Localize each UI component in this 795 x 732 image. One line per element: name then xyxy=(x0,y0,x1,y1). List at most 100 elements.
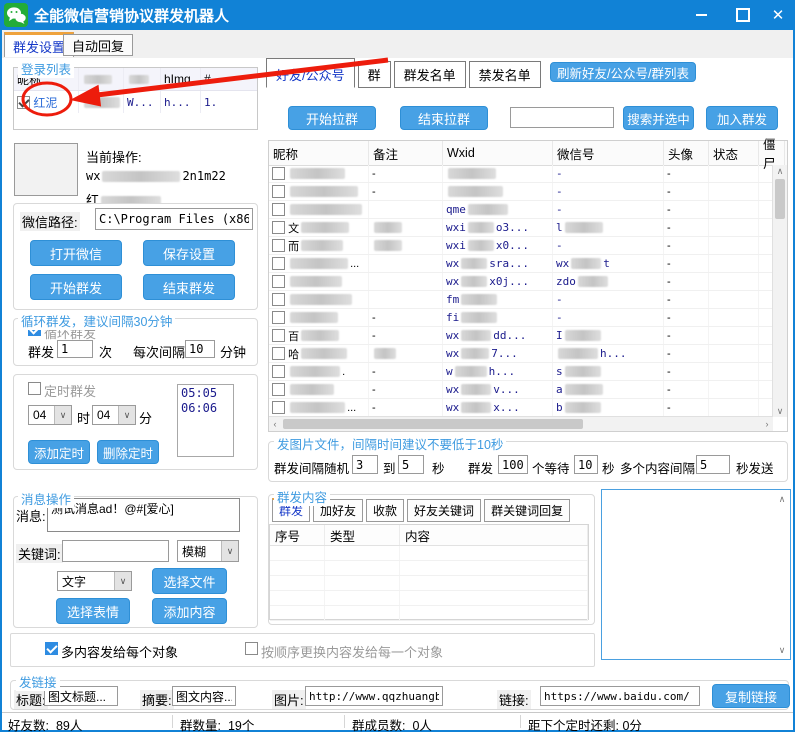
row-checkbox[interactable] xyxy=(272,329,285,342)
select-emoji-button[interactable]: 选择表情 xyxy=(56,598,130,624)
tab-groups[interactable]: 群 xyxy=(358,61,391,88)
table-row[interactable]: 文wxio3...l- xyxy=(269,219,773,237)
content-col-header[interactable]: 序号 xyxy=(270,525,325,545)
select-file-button[interactable]: 选择文件 xyxy=(152,568,227,594)
table-row[interactable]: 百-wxdd...I- xyxy=(269,327,773,345)
row-checkbox[interactable] xyxy=(272,311,285,324)
table-row[interactable]: -wxv...a- xyxy=(269,381,773,399)
add-timer-button[interactable]: 添加定时 xyxy=(28,440,90,464)
sequential-label[interactable]: 按顺序更换内容发给每一个对象 xyxy=(261,642,443,661)
table-row[interactable]: ...-wxx...b- xyxy=(269,399,773,417)
row-checkbox[interactable] xyxy=(272,293,285,306)
scroll-down-icon[interactable]: ∨ xyxy=(776,645,788,655)
interval-input[interactable] xyxy=(185,340,215,358)
schedule-checkbox[interactable] xyxy=(28,382,41,395)
table-row[interactable]: --- xyxy=(269,165,773,183)
content-col-header[interactable]: 类型 xyxy=(325,525,400,545)
pic-multi-interval-input[interactable] xyxy=(696,455,730,474)
pic-wait-input[interactable] xyxy=(574,455,598,474)
row-checkbox[interactable] xyxy=(272,257,285,270)
multi-content-checkbox[interactable] xyxy=(45,642,58,655)
log-panel[interactable]: ∧ ∨ xyxy=(601,489,791,660)
timer-entry[interactable]: 06:06 xyxy=(181,401,230,416)
tab-ban-list[interactable]: 禁发名单 xyxy=(469,61,541,88)
content-type-select[interactable]: 文字∨ xyxy=(57,571,132,591)
table-row[interactable] xyxy=(270,606,588,621)
copy-link-button[interactable]: 复制链接 xyxy=(712,684,790,708)
table-row[interactable]: ...wxsra...wxt- xyxy=(269,255,773,273)
wechat-path-input[interactable] xyxy=(95,208,253,230)
table-row[interactable]: 哈wx7...h...- xyxy=(269,345,773,363)
scroll-left-icon[interactable]: ‹ xyxy=(269,417,281,431)
row-checkbox[interactable] xyxy=(272,401,285,414)
schedule-checkbox-label[interactable]: 定时群发 xyxy=(44,381,96,400)
friend-col-header[interactable]: 昵称 xyxy=(269,141,369,165)
timer-list[interactable]: 05:0506:06 xyxy=(177,384,234,457)
end-pull-group-button[interactable]: 结束拉群 xyxy=(400,106,488,130)
horizontal-scrollbar[interactable]: ‹ › xyxy=(269,416,773,431)
send-count-input[interactable] xyxy=(57,340,93,358)
table-row[interactable]: qme-- xyxy=(269,201,773,219)
close-button[interactable]: ✕ xyxy=(763,0,793,30)
scroll-up-icon[interactable]: ∧ xyxy=(776,494,788,504)
scroll-down-icon[interactable]: ∨ xyxy=(773,405,787,417)
table-row[interactable]: fm-- xyxy=(269,291,773,309)
start-mass-send-button[interactable]: 开始群发 xyxy=(30,274,122,300)
link-url-input[interactable] xyxy=(540,686,700,706)
scroll-up-icon[interactable]: ∧ xyxy=(773,165,787,177)
tab-auto-reply[interactable]: 自动回复 xyxy=(63,34,133,56)
scroll-right-icon[interactable]: › xyxy=(761,417,773,431)
table-row[interactable]: -fi-- xyxy=(269,309,773,327)
open-wechat-button[interactable]: 打开微信 xyxy=(30,240,122,266)
row-checkbox[interactable] xyxy=(272,185,285,198)
row-checkbox[interactable] xyxy=(272,239,285,252)
tab-group-keyword-reply[interactable]: 群关键词回复 xyxy=(484,499,570,522)
refresh-list-button[interactable]: 刷新好友/公众号/群列表 xyxy=(550,62,696,82)
search-select-button[interactable]: 搜索并选中 xyxy=(623,106,694,130)
row-checkbox[interactable] xyxy=(272,203,285,216)
friend-col-header[interactable]: 备注 xyxy=(369,141,443,165)
tab-send-list[interactable]: 群发名单 xyxy=(394,61,466,88)
maximize-button[interactable] xyxy=(728,0,758,30)
tab-friends-official[interactable]: 好友/公众号 xyxy=(266,58,355,88)
friend-col-header[interactable]: 状态 xyxy=(709,141,759,165)
friend-col-header[interactable]: 僵尸 xyxy=(759,141,785,165)
match-mode-select[interactable]: 模糊∨ xyxy=(177,540,239,562)
login-account-row[interactable]: 红泥 W... h... 1. xyxy=(14,91,257,113)
table-row[interactable] xyxy=(270,561,588,576)
login-account-checkbox[interactable] xyxy=(17,96,30,109)
table-row[interactable]: 而wxix0...-- xyxy=(269,237,773,255)
row-checkbox[interactable] xyxy=(272,275,285,288)
link-image-input[interactable] xyxy=(305,686,443,706)
minimize-button[interactable] xyxy=(686,0,716,30)
table-row[interactable]: .-wh...s- xyxy=(269,363,773,381)
scrollbar-thumb[interactable] xyxy=(775,179,785,219)
save-settings-button[interactable]: 保存设置 xyxy=(143,240,235,266)
multi-content-label[interactable]: 多内容发给每个对象 xyxy=(61,642,178,661)
friend-col-header[interactable]: 微信号 xyxy=(553,141,664,165)
row-checkbox[interactable] xyxy=(272,167,285,180)
content-col-header[interactable]: 内容 xyxy=(400,525,588,545)
table-row[interactable] xyxy=(270,591,588,606)
search-input[interactable] xyxy=(510,107,614,128)
minute-select[interactable]: 04∨ xyxy=(92,405,136,425)
table-row[interactable] xyxy=(270,546,588,561)
scrollbar-thumb[interactable] xyxy=(283,419,583,429)
table-row[interactable]: --- xyxy=(269,183,773,201)
pic-max-input[interactable] xyxy=(398,455,424,474)
row-checkbox[interactable] xyxy=(272,383,285,396)
friend-col-header[interactable]: Wxid xyxy=(443,141,553,165)
sequential-checkbox[interactable] xyxy=(245,642,258,655)
row-checkbox[interactable] xyxy=(272,365,285,378)
tab-collect-payment[interactable]: 收款 xyxy=(366,499,404,522)
end-mass-send-button[interactable]: 结束群发 xyxy=(143,274,235,300)
table-row[interactable]: wxx0j...zdo- xyxy=(269,273,773,291)
table-row[interactable] xyxy=(270,576,588,591)
delete-timer-button[interactable]: 删除定时 xyxy=(97,440,159,464)
tab-friend-keyword[interactable]: 好友关键词 xyxy=(407,499,481,522)
start-pull-group-button[interactable]: 开始拉群 xyxy=(288,106,376,130)
add-content-button[interactable]: 添加内容 xyxy=(152,598,227,624)
link-digest-input[interactable] xyxy=(172,686,236,706)
join-mass-send-button[interactable]: 加入群发 xyxy=(706,106,778,130)
pic-batch-input[interactable] xyxy=(498,455,528,474)
